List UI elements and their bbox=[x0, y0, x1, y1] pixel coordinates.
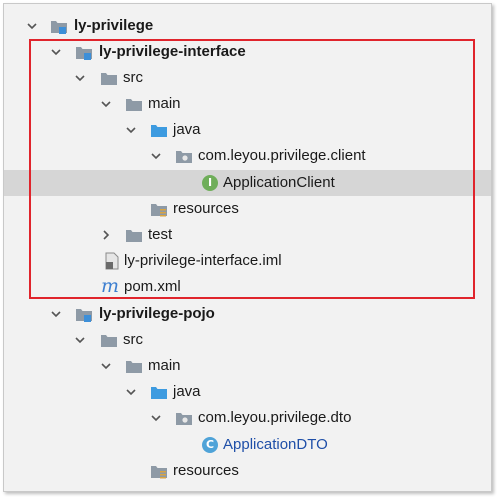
tree-node-java[interactable]: java bbox=[4, 379, 491, 405]
tree-node-iml-file[interactable]: ly-privilege-interface.iml bbox=[4, 248, 491, 274]
tree-node-label: java bbox=[173, 383, 201, 400]
tree-node-label: java bbox=[173, 121, 201, 138]
tree-node-label: ly-privilege-interface.iml bbox=[124, 252, 282, 269]
tree-node-label: ly-privilege-interface bbox=[99, 43, 246, 60]
tree-node-label: test bbox=[148, 226, 173, 243]
tree-node-label: resources bbox=[173, 200, 239, 217]
tree-node-application-dto[interactable]: C ApplicationDTO bbox=[4, 432, 491, 458]
tree-node-label: ApplicationDTO bbox=[223, 436, 328, 453]
chevron-down-icon[interactable] bbox=[101, 99, 111, 109]
folder-icon bbox=[125, 357, 143, 375]
package-icon bbox=[175, 147, 193, 165]
tree-node-label: ApplicationClient bbox=[223, 174, 335, 191]
module-folder-icon bbox=[50, 17, 68, 35]
resources-folder-icon bbox=[150, 200, 168, 218]
tree-node-label: com.leyou.privilege.client bbox=[198, 147, 366, 164]
tree-node-label: ly-privilege bbox=[74, 17, 154, 34]
chevron-down-icon[interactable] bbox=[27, 21, 37, 31]
source-folder-icon bbox=[150, 383, 168, 401]
chevron-down-icon[interactable] bbox=[51, 47, 61, 57]
interface-icon: I bbox=[201, 174, 219, 192]
chevron-down-icon[interactable] bbox=[75, 73, 85, 83]
iml-file-icon bbox=[103, 252, 121, 270]
module-folder-icon bbox=[75, 305, 93, 323]
class-icon: C bbox=[201, 436, 219, 454]
source-folder-icon bbox=[150, 121, 168, 139]
tree-node-ly-privilege-pojo[interactable]: ly-privilege-pojo bbox=[4, 301, 491, 327]
chevron-down-icon[interactable] bbox=[151, 413, 161, 423]
folder-icon bbox=[100, 69, 118, 87]
resources-folder-icon bbox=[150, 462, 168, 480]
tree-node-src[interactable]: src bbox=[4, 65, 491, 91]
chevron-right-icon[interactable] bbox=[101, 230, 111, 240]
tree-node-test[interactable]: test bbox=[4, 222, 491, 248]
chevron-down-icon[interactable] bbox=[151, 151, 161, 161]
tree-node-main[interactable]: main bbox=[4, 353, 491, 379]
tree-node-pom-xml[interactable]: m pom.xml bbox=[4, 274, 491, 300]
tree-node-label: main bbox=[148, 95, 181, 112]
tree-node-label: src bbox=[123, 69, 143, 86]
tree-node-label: resources bbox=[173, 462, 239, 479]
module-folder-icon bbox=[75, 43, 93, 61]
chevron-down-icon[interactable] bbox=[51, 309, 61, 319]
folder-icon bbox=[100, 331, 118, 349]
tree-node-package-dto[interactable]: com.leyou.privilege.dto bbox=[4, 405, 491, 431]
tree-node-label: src bbox=[123, 331, 143, 348]
chevron-down-icon[interactable] bbox=[126, 125, 136, 135]
tree-node-application-client[interactable]: I ApplicationClient bbox=[4, 170, 491, 196]
tree-node-main[interactable]: main bbox=[4, 91, 491, 117]
tree-node-label: pom.xml bbox=[124, 278, 181, 295]
tree-node-src[interactable]: src bbox=[4, 327, 491, 353]
folder-icon bbox=[125, 226, 143, 244]
tree-node-package-client[interactable]: com.leyou.privilege.client bbox=[4, 143, 491, 169]
chevron-down-icon[interactable] bbox=[75, 335, 85, 345]
project-tree-panel: ly-privilege ly-privilege-interface src … bbox=[3, 3, 492, 492]
tree-node-ly-privilege-interface[interactable]: ly-privilege-interface bbox=[4, 39, 491, 65]
tree-node-label: com.leyou.privilege.dto bbox=[198, 409, 352, 426]
tree-node-resources[interactable]: resources bbox=[4, 458, 491, 484]
tree-node-ly-privilege[interactable]: ly-privilege bbox=[4, 13, 491, 39]
chevron-down-icon[interactable] bbox=[126, 387, 136, 397]
tree-node-java[interactable]: java bbox=[4, 117, 491, 143]
tree-node-resources[interactable]: resources bbox=[4, 196, 491, 222]
maven-icon: m bbox=[101, 275, 120, 297]
package-icon bbox=[175, 409, 193, 427]
chevron-down-icon[interactable] bbox=[101, 361, 111, 371]
tree-node-label: main bbox=[148, 357, 181, 374]
tree-node-label: ly-privilege-pojo bbox=[99, 305, 215, 322]
folder-icon bbox=[125, 95, 143, 113]
